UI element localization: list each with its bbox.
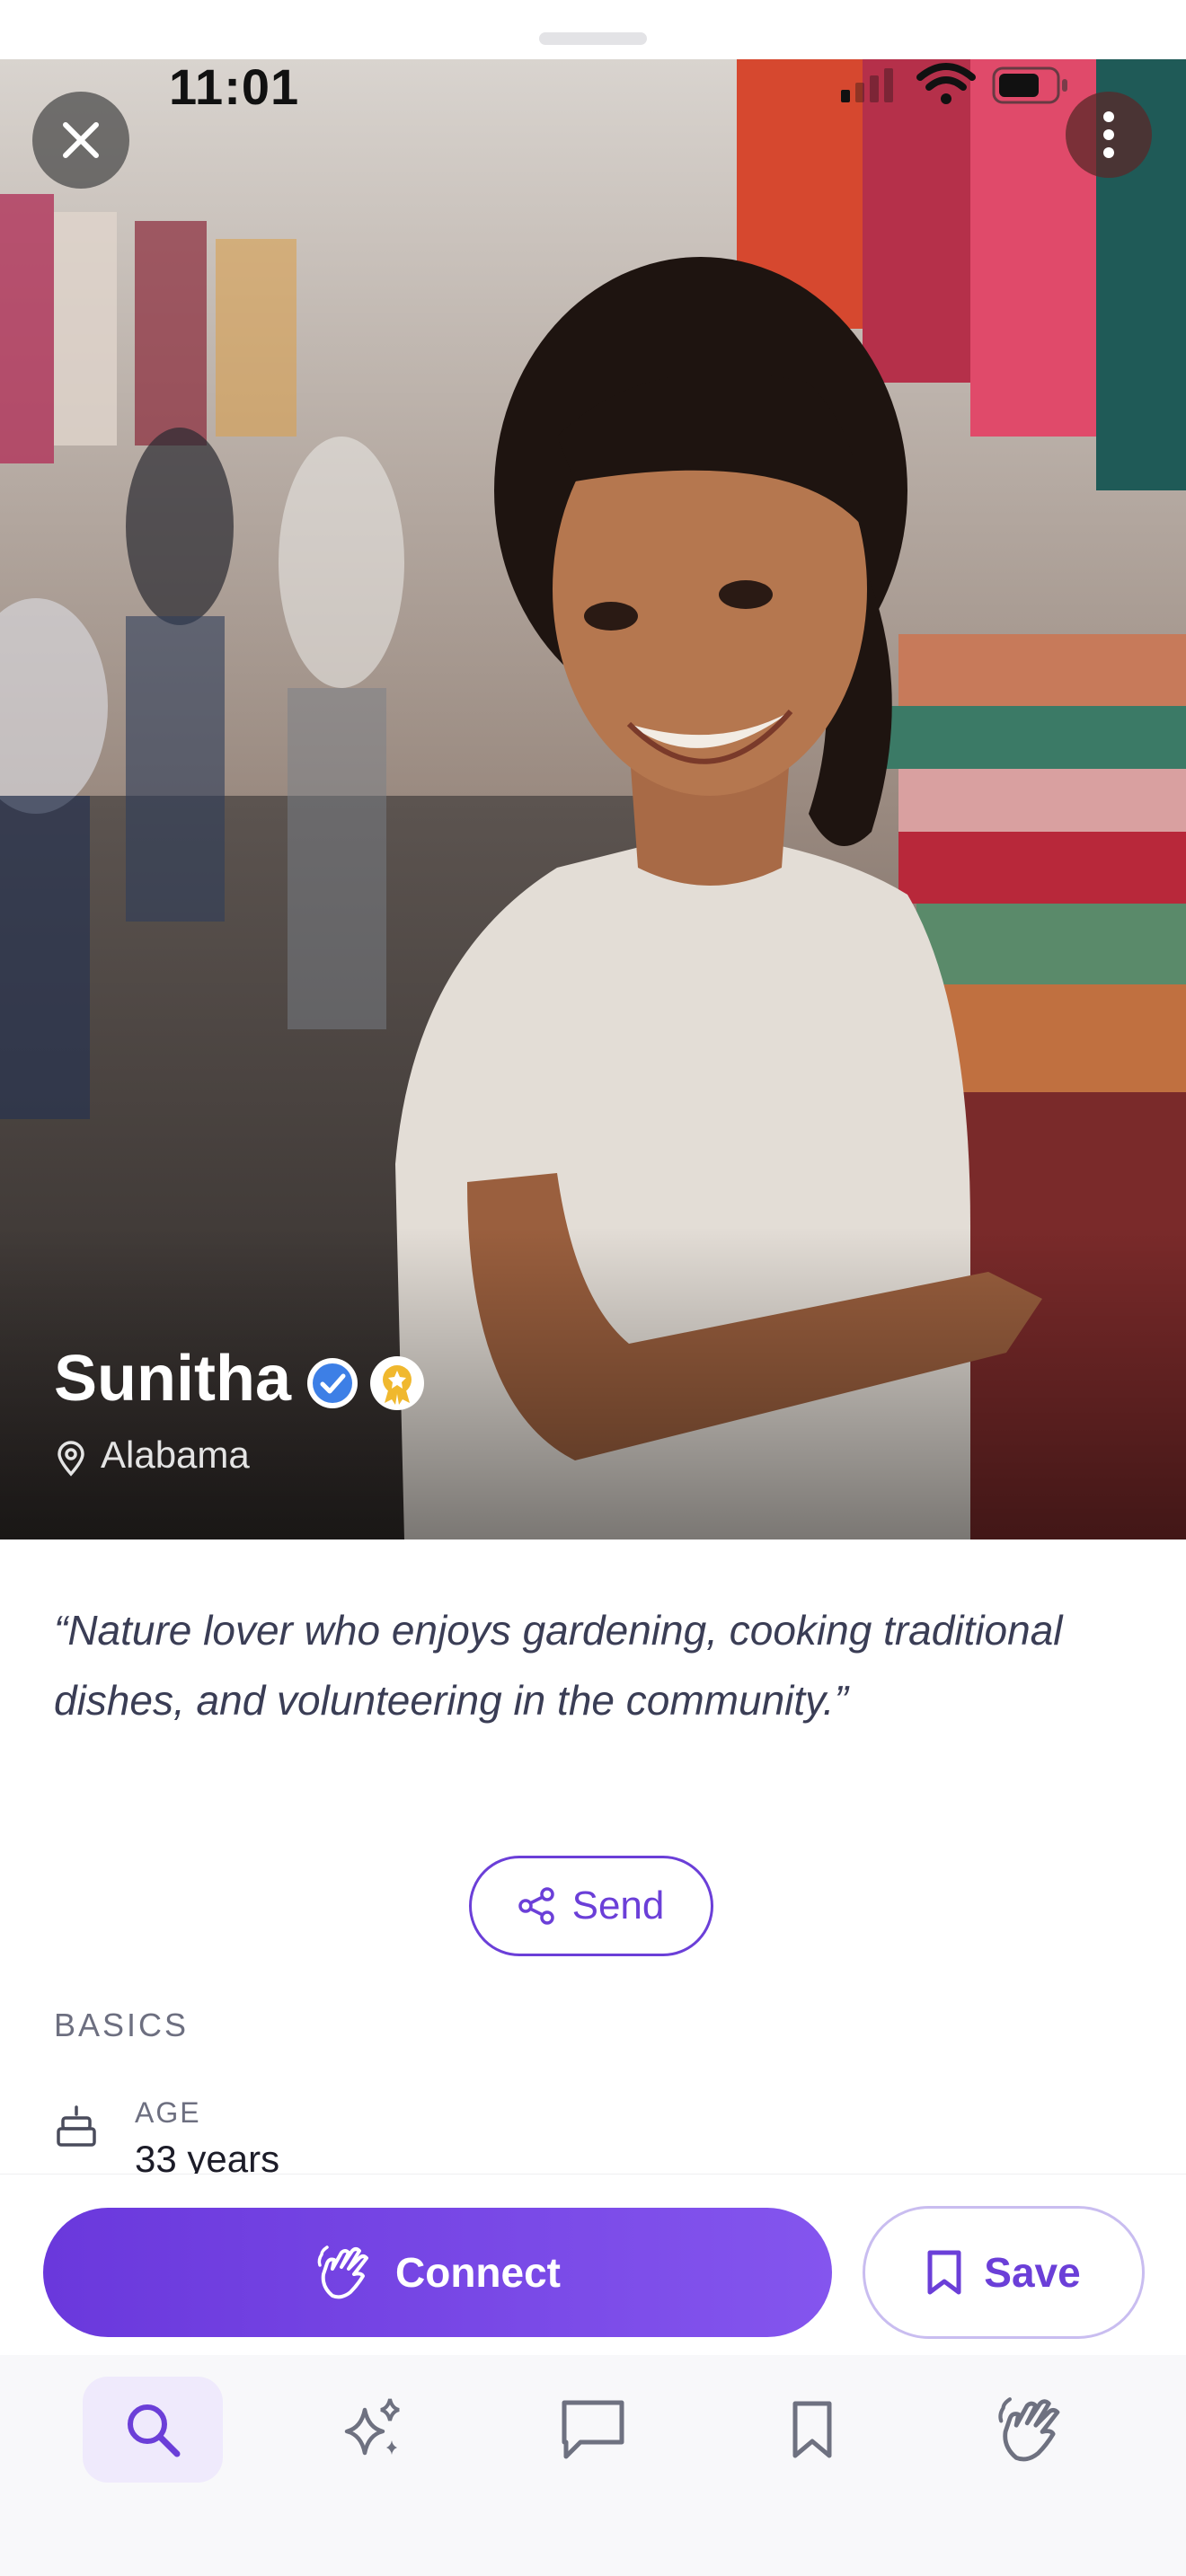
location-pin-icon bbox=[58, 1441, 84, 1477]
save-button[interactable]: Save bbox=[863, 2206, 1145, 2339]
send-button[interactable]: Send bbox=[469, 1856, 713, 1956]
nav-tab-search[interactable] bbox=[83, 2377, 223, 2483]
sheet-handle[interactable] bbox=[539, 32, 647, 45]
nav-tab-connections[interactable] bbox=[961, 2377, 1102, 2483]
status-time: 11:01 bbox=[169, 58, 300, 115]
cellular-signal-icon bbox=[841, 68, 893, 102]
cake-icon bbox=[57, 2105, 96, 2147]
bookmark-icon bbox=[792, 2401, 832, 2458]
connect-button[interactable]: Connect bbox=[43, 2208, 832, 2337]
verified-badge-icon bbox=[307, 1358, 358, 1408]
save-button-label: Save bbox=[984, 2249, 1081, 2296]
more-vertical-icon bbox=[1103, 111, 1114, 158]
nav-tab-messages[interactable] bbox=[523, 2377, 663, 2483]
award-badge-icon bbox=[370, 1356, 424, 1410]
basics-section-title: BASICS bbox=[54, 2007, 190, 2043]
bookmark-icon bbox=[927, 2250, 961, 2295]
connect-button-label: Connect bbox=[395, 2249, 561, 2296]
profile-bio: “Nature lover who enjoys gardening, cook… bbox=[54, 1607, 1063, 1724]
profile-photo bbox=[0, 59, 1186, 1539]
wave-hand-icon bbox=[317, 2245, 368, 2299]
close-button[interactable] bbox=[32, 92, 129, 189]
wave-hand-icon bbox=[998, 2397, 1060, 2462]
nav-tab-saved[interactable] bbox=[742, 2377, 882, 2483]
chat-icon bbox=[562, 2400, 624, 2459]
nav-tab-discover[interactable] bbox=[304, 2377, 444, 2483]
profile-name: Sunitha bbox=[54, 1343, 291, 1415]
more-options-button[interactable] bbox=[1066, 92, 1152, 178]
sparkles-icon bbox=[344, 2398, 400, 2456]
send-button-label: Send bbox=[571, 1883, 665, 1928]
search-icon bbox=[128, 2404, 181, 2457]
battery-icon bbox=[992, 66, 1067, 104]
close-icon bbox=[63, 122, 99, 158]
wifi-icon bbox=[916, 63, 976, 104]
profile-location: Alabama bbox=[101, 1434, 250, 1476]
age-label: AGE bbox=[135, 2096, 201, 2129]
share-icon bbox=[518, 1887, 554, 1925]
